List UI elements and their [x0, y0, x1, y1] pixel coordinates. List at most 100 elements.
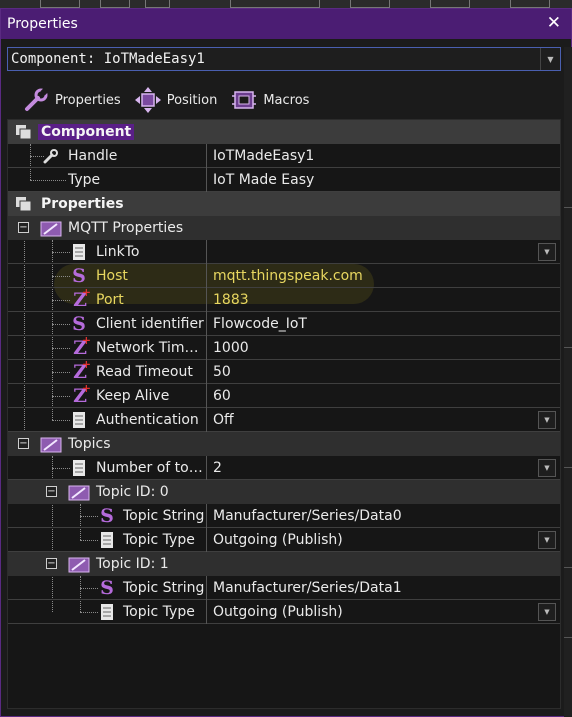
macros-tab-label: Macros: [263, 92, 310, 108]
collapse-icon[interactable]: −: [46, 486, 57, 497]
property-value[interactable]: Off: [213, 412, 234, 428]
property-value[interactable]: Manufacturer/Series/Data1: [213, 580, 402, 596]
integer-icon: Z +: [73, 286, 91, 311]
property-label: Host: [96, 268, 128, 284]
wrench-icon: [21, 85, 51, 115]
property-label: Number of to…: [96, 460, 203, 476]
folder-icon: [14, 123, 34, 141]
chevron-down-icon[interactable]: ▼: [538, 603, 556, 621]
chevron-down-icon[interactable]: ▼: [538, 531, 556, 549]
property-row-port[interactable]: Z + Port 1883: [8, 286, 560, 312]
string-icon: S: [72, 313, 86, 335]
property-value[interactable]: 2: [213, 460, 222, 476]
property-row-number-of-topics[interactable]: Number of to… 2 ▼: [8, 456, 560, 480]
property-value[interactable]: IoTMadeEasy1: [213, 148, 314, 164]
property-row-type[interactable]: Type IoT Made Easy: [8, 168, 560, 192]
property-row-host[interactable]: S Host mqtt.thingspeak.com: [8, 264, 560, 288]
background-toolbar-strip: [0, 0, 572, 8]
property-value[interactable]: Flowcode_IoT: [213, 316, 307, 332]
property-value[interactable]: Outgoing (Publish): [213, 604, 343, 620]
property-grid: Component Handle IoTMadeEasy1 Type IoT M…: [7, 119, 561, 709]
group-label: Topic ID: 1: [96, 556, 169, 572]
property-value: IoT Made Easy: [213, 172, 315, 188]
integer-icon: Z +: [73, 382, 91, 407]
property-value[interactable]: 60: [213, 388, 231, 404]
chevron-down-icon[interactable]: ▼: [538, 411, 556, 429]
list-icon: [70, 243, 88, 261]
property-label: LinkTo: [96, 244, 140, 260]
property-value[interactable]: 50: [213, 364, 231, 380]
property-label: Topic Type: [123, 532, 195, 548]
properties-window: Properties ✕ Component: IoTMadeEasy1 ▼ P…: [0, 8, 572, 717]
list-icon: [70, 411, 88, 429]
group-icon: [68, 555, 90, 573]
properties-toolbar: Properties Position Macros: [21, 85, 321, 115]
properties-tab-button[interactable]: Properties: [21, 85, 121, 115]
group-icon: [40, 219, 62, 237]
property-label: Authentication: [96, 412, 199, 428]
title-bar[interactable]: Properties ✕: [1, 9, 571, 39]
component-select[interactable]: Component: IoTMadeEasy1 ▼: [7, 47, 561, 71]
properties-tab-label: Properties: [55, 92, 121, 108]
property-row-handle[interactable]: Handle IoTMadeEasy1: [8, 144, 560, 168]
property-label: Handle: [68, 148, 118, 164]
property-row-topic1-string[interactable]: S Topic String Manufacturer/Series/Data1: [8, 576, 560, 600]
integer-icon: Z +: [73, 358, 91, 383]
chevron-down-icon[interactable]: ▼: [538, 459, 556, 477]
category-properties[interactable]: Properties: [8, 192, 560, 216]
property-row-topic1-type[interactable]: Topic Type Outgoing (Publish) ▼: [8, 600, 560, 624]
property-value[interactable]: 1883: [213, 292, 249, 308]
string-icon: S: [100, 577, 114, 599]
property-label: Read Timeout: [96, 364, 193, 380]
category-properties-label: Properties: [41, 196, 124, 212]
property-value[interactable]: Outgoing (Publish): [213, 532, 343, 548]
property-row-topic0-type[interactable]: Topic Type Outgoing (Publish) ▼: [8, 528, 560, 552]
group-topic-0[interactable]: − Topic ID: 0: [8, 480, 560, 504]
group-label: MQTT Properties: [68, 220, 184, 236]
property-label: Topic Type: [123, 604, 195, 620]
window-title: Properties: [7, 16, 78, 32]
position-tab-button[interactable]: Position: [133, 85, 218, 115]
property-value[interactable]: Manufacturer/Series/Data0: [213, 508, 402, 524]
background-edge: [564, 47, 572, 717]
property-label: Keep Alive: [96, 388, 170, 404]
folder-icon: [14, 195, 34, 213]
property-row-linkto[interactable]: LinkTo ▼: [8, 240, 560, 264]
category-component[interactable]: Component: [8, 120, 560, 144]
property-row-network-timeout[interactable]: Z + Network Tim… 1000: [8, 334, 560, 360]
collapse-icon[interactable]: −: [18, 222, 29, 233]
group-topic-1[interactable]: − Topic ID: 1: [8, 552, 560, 576]
property-row-read-timeout[interactable]: Z + Read Timeout 50: [8, 358, 560, 384]
integer-icon: Z +: [73, 334, 91, 359]
property-label: Topic String: [123, 580, 205, 596]
property-row-keep-alive[interactable]: Z + Keep Alive 60: [8, 382, 560, 408]
wrench-icon: [42, 147, 60, 165]
string-icon: S: [72, 265, 86, 287]
list-icon: [98, 531, 116, 549]
string-icon: S: [100, 505, 114, 527]
group-topics[interactable]: − Topics: [8, 432, 560, 456]
macros-icon: [229, 85, 259, 115]
position-icon: [133, 85, 163, 115]
chevron-down-icon[interactable]: ▼: [540, 48, 560, 70]
property-label: Network Tim…: [96, 340, 199, 356]
group-icon: [40, 435, 62, 453]
property-label: Topic String: [123, 508, 205, 524]
macros-tab-button[interactable]: Macros: [229, 85, 309, 115]
position-tab-label: Position: [166, 92, 218, 108]
group-mqtt-properties[interactable]: − MQTT Properties: [8, 216, 560, 240]
collapse-icon[interactable]: −: [18, 438, 29, 449]
property-value[interactable]: mqtt.thingspeak.com: [213, 268, 363, 284]
collapse-icon[interactable]: −: [46, 558, 57, 569]
component-select-value: Component: IoTMadeEasy1: [11, 51, 205, 67]
group-label: Topics: [68, 436, 111, 452]
property-value[interactable]: 1000: [213, 340, 249, 356]
property-label: Type: [68, 172, 101, 188]
close-icon[interactable]: ✕: [547, 13, 561, 33]
property-row-client-identifier[interactable]: S Client identifier Flowcode_IoT: [8, 312, 560, 336]
group-icon: [68, 483, 90, 501]
property-row-authentication[interactable]: Authentication Off ▼: [8, 408, 560, 432]
property-label: Client identifier: [96, 316, 204, 332]
property-row-topic0-string[interactable]: S Topic String Manufacturer/Series/Data0: [8, 504, 560, 528]
chevron-down-icon[interactable]: ▼: [538, 243, 556, 261]
